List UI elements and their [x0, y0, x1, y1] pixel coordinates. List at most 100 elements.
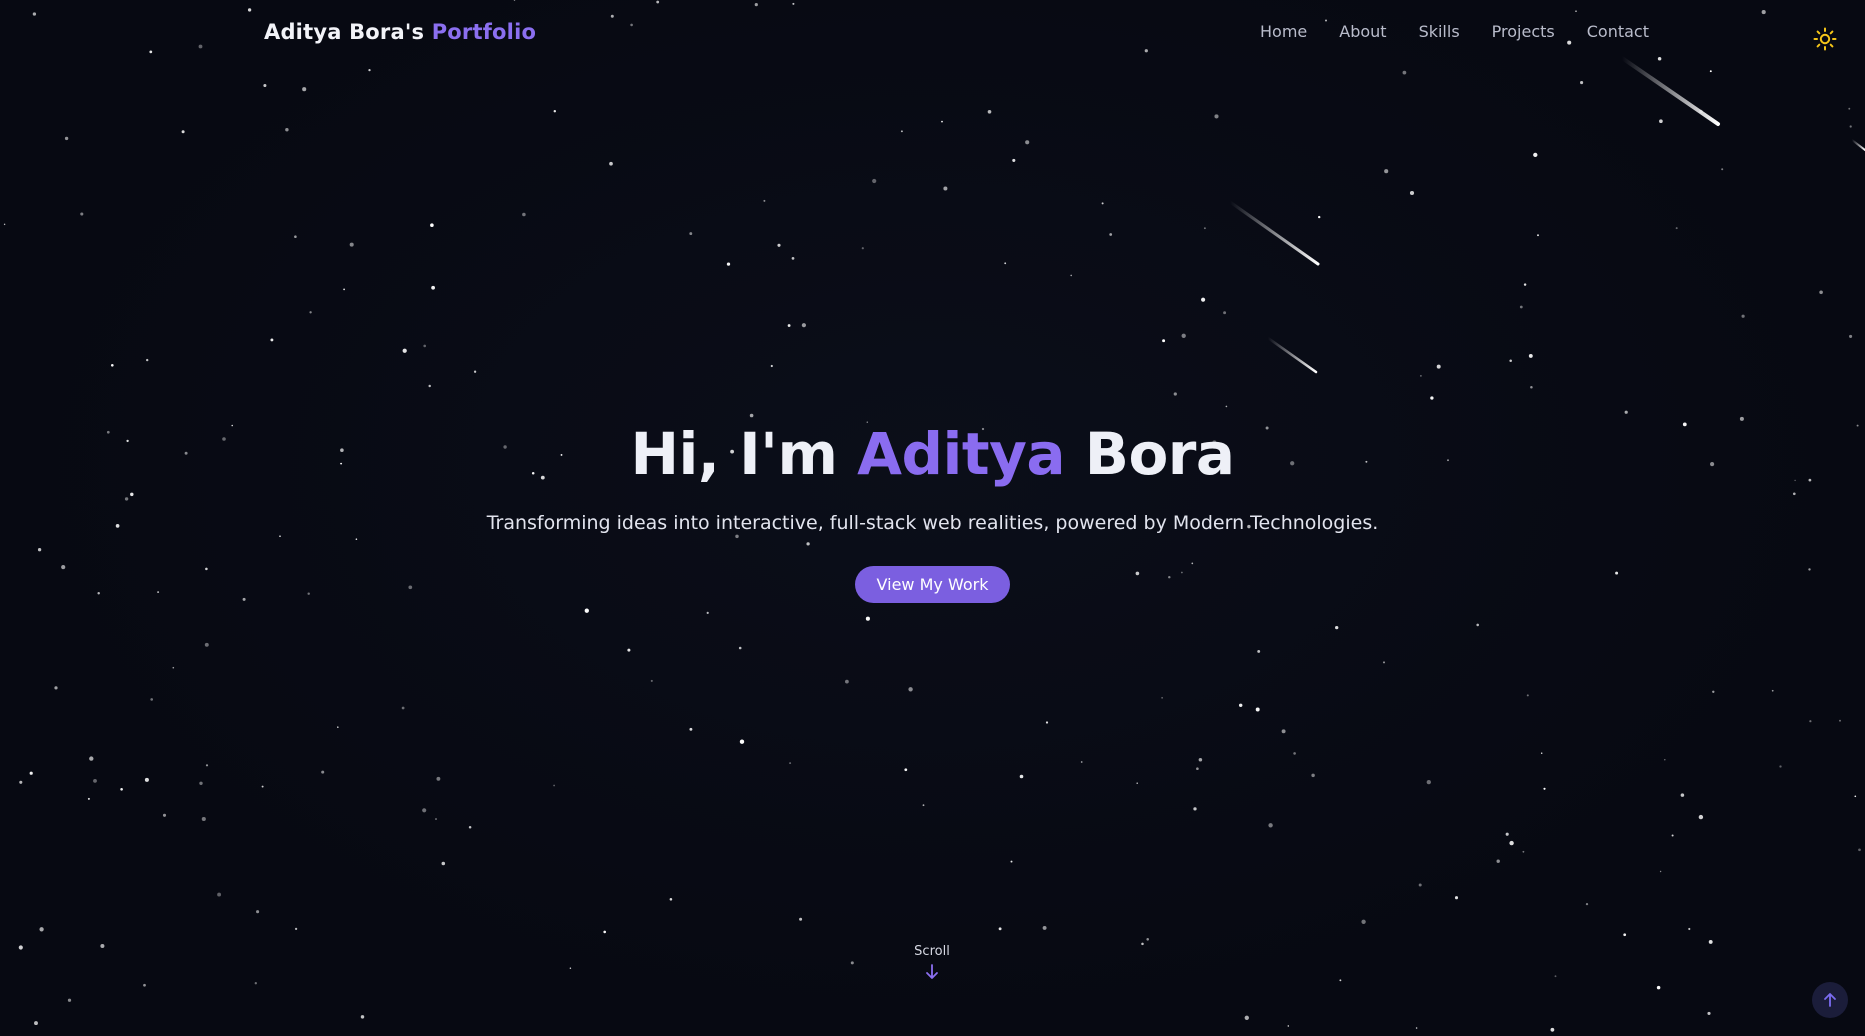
star — [801, 323, 807, 328]
hero-title: Hi, I'm Aditya Bora — [0, 420, 1865, 488]
star — [309, 311, 312, 314]
star — [1384, 169, 1389, 174]
star — [754, 3, 758, 7]
star — [609, 161, 613, 166]
star — [1426, 779, 1431, 785]
star — [468, 826, 472, 829]
star — [584, 608, 589, 613]
star — [1522, 850, 1525, 853]
star — [1025, 140, 1030, 145]
star — [1664, 758, 1666, 761]
star — [402, 348, 407, 353]
star — [1193, 807, 1197, 811]
star — [1318, 215, 1321, 219]
nav-home[interactable]: Home — [1244, 22, 1323, 41]
arrow-down-icon — [926, 964, 938, 979]
star — [845, 679, 849, 684]
star — [1858, 848, 1861, 852]
star — [1201, 297, 1206, 302]
hero-subtitle: Transforming ideas into interactive, ful… — [486, 512, 1379, 534]
hero-last-name: Bora — [1084, 420, 1235, 488]
star — [987, 109, 992, 114]
star — [431, 285, 435, 290]
star — [87, 797, 90, 800]
star — [1528, 353, 1533, 358]
star — [150, 698, 154, 701]
star — [1223, 311, 1227, 315]
nav-skills[interactable]: Skills — [1403, 22, 1476, 41]
nav-contact[interactable]: Contact — [1571, 22, 1665, 41]
view-work-button[interactable]: View My Work — [854, 566, 1011, 603]
shooting-star — [1620, 56, 1720, 126]
site-logo[interactable]: Aditya Bora's Portfolio — [264, 20, 536, 44]
star — [201, 816, 206, 822]
star — [1436, 364, 1441, 369]
star — [1382, 661, 1386, 664]
star — [1771, 689, 1774, 692]
star — [1415, 1027, 1418, 1029]
star — [689, 232, 693, 236]
star — [908, 687, 913, 692]
star — [1281, 729, 1286, 734]
star — [791, 257, 795, 260]
star — [726, 262, 731, 266]
nav-about[interactable]: About — [1323, 22, 1402, 41]
star — [1623, 933, 1627, 937]
star — [792, 2, 795, 5]
star — [1161, 697, 1163, 699]
star — [1311, 773, 1315, 778]
star — [205, 764, 209, 767]
star — [922, 804, 925, 807]
star — [656, 0, 660, 4]
star — [1173, 392, 1177, 396]
star — [1080, 761, 1083, 763]
star — [181, 130, 185, 134]
star — [1721, 168, 1724, 171]
star — [473, 370, 477, 373]
star — [1656, 985, 1661, 990]
nav-projects[interactable]: Projects — [1476, 22, 1571, 41]
star — [199, 781, 203, 785]
shooting-star — [1266, 336, 1318, 374]
star — [1496, 859, 1500, 863]
star — [143, 983, 146, 987]
star — [1550, 1027, 1555, 1032]
star — [1335, 625, 1339, 630]
star — [998, 927, 1002, 931]
scroll-indicator[interactable]: Scroll — [882, 944, 982, 981]
star — [270, 338, 274, 342]
main-nav: Home About Skills Projects Contact — [1244, 22, 1665, 41]
star — [650, 679, 653, 682]
star — [943, 186, 948, 191]
star — [1708, 939, 1713, 944]
star — [1255, 707, 1260, 712]
star — [789, 762, 792, 765]
star — [39, 927, 44, 932]
star — [1136, 782, 1138, 784]
star — [1659, 119, 1663, 124]
star — [553, 110, 556, 113]
star — [54, 686, 58, 690]
star — [1554, 975, 1557, 978]
star — [1519, 305, 1523, 309]
star — [1010, 860, 1013, 863]
star — [522, 212, 526, 217]
star — [569, 967, 572, 970]
star — [1070, 274, 1072, 277]
star — [513, 0, 516, 1]
star — [1575, 10, 1577, 13]
star — [64, 136, 69, 141]
star — [204, 642, 209, 647]
star — [19, 780, 23, 784]
star — [18, 945, 23, 950]
star — [1849, 125, 1852, 128]
star — [749, 413, 754, 418]
theme-toggle-button[interactable] — [1812, 26, 1838, 52]
star — [1839, 719, 1841, 722]
star — [1509, 840, 1514, 846]
star — [368, 68, 371, 72]
star — [1012, 158, 1016, 162]
star — [80, 212, 84, 216]
back-to-top-button[interactable] — [1812, 982, 1848, 1018]
star — [93, 778, 97, 783]
